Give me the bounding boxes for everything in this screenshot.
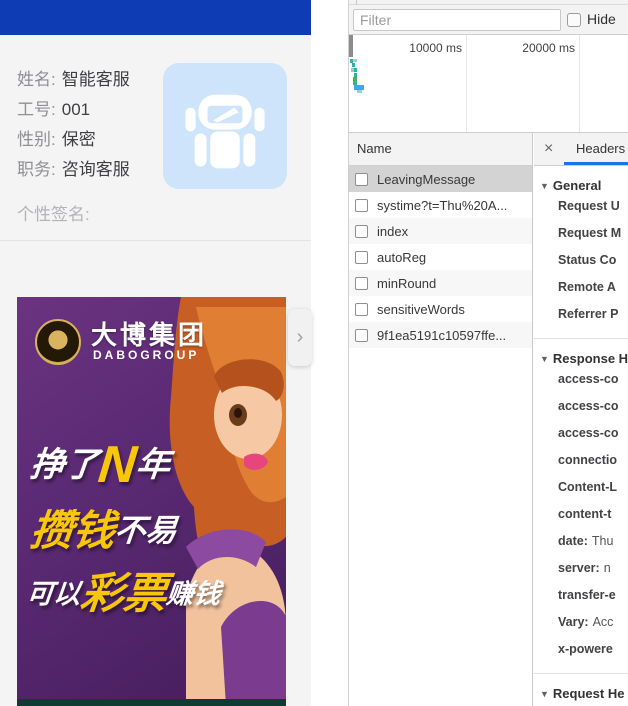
divider	[0, 240, 311, 241]
divider	[534, 338, 628, 339]
header-item: connectio	[534, 447, 628, 474]
header-item: Referrer P	[534, 301, 628, 328]
ad-brand-name: 大博集团	[91, 315, 207, 352]
signature-label: 个性签名:	[17, 200, 90, 225]
request-name: 9f1ea5191c10597ffe...	[377, 328, 506, 343]
hide-data-urls-checkbox[interactable]	[567, 13, 581, 27]
field-value: 001	[62, 100, 90, 119]
header-item: access-co	[534, 420, 628, 447]
request-row[interactable]: autoReg	[349, 244, 532, 270]
ad-banner[interactable]: 大博集团 DABOGROUP 挣了N年 攒钱不易 可以彩票赚钱	[17, 297, 286, 706]
requests-table: Name LeavingMessage systime?t=Thu%20A...…	[349, 133, 533, 706]
timeline-scroll-handle[interactable]	[349, 35, 353, 57]
request-row[interactable]: LeavingMessage	[349, 166, 532, 192]
request-details-panel: × Headers ▼General Request U Request M S…	[534, 133, 628, 706]
avatar	[163, 63, 287, 189]
network-filter-bar: Hide	[349, 5, 628, 35]
row-checkbox[interactable]	[355, 225, 368, 238]
header-item: date:Thu	[534, 528, 628, 555]
ad-slogan-line2: 攒钱不易	[28, 497, 180, 558]
row-checkbox[interactable]	[355, 277, 368, 290]
request-row[interactable]: minRound	[349, 270, 532, 296]
request-name: minRound	[377, 276, 436, 291]
network-overview-timeline[interactable]: 10000 ms 20000 ms	[349, 35, 628, 133]
triangle-down-icon: ▼	[540, 181, 549, 191]
header-item: access-co	[534, 393, 628, 420]
header-item: transfer-e	[534, 582, 628, 609]
robot-icon	[179, 78, 271, 174]
waterfall-mark	[352, 63, 355, 67]
tab-headers[interactable]: Headers	[576, 141, 625, 156]
request-name: systime?t=Thu%20A...	[377, 198, 507, 213]
ad-slogan-line3: 可以彩票赚钱	[24, 559, 225, 621]
divider	[534, 673, 628, 674]
request-name: sensitiveWords	[377, 302, 465, 317]
profile-field-role: 职务: 咨询客服	[17, 155, 130, 180]
profile-field-gender: 性别: 保密	[17, 125, 96, 150]
page-header-bar	[0, 0, 311, 35]
hide-data-urls-label: Hide	[587, 11, 616, 27]
field-value: 智能客服	[62, 70, 130, 89]
request-row[interactable]: index	[349, 218, 532, 244]
headers-content: ▼General Request U Request M Status Co R…	[534, 178, 628, 701]
header-item: Remote A	[534, 274, 628, 301]
row-checkbox[interactable]	[355, 251, 368, 264]
row-checkbox[interactable]	[355, 173, 368, 186]
header-item: Status Co	[534, 247, 628, 274]
screen: 姓名: 智能客服 工号: 001 性别: 保密 职务: 咨询客服 个性签名:	[0, 0, 628, 706]
triangle-down-icon: ▼	[540, 689, 549, 699]
header-item: Request U	[534, 193, 628, 220]
request-name: autoReg	[377, 250, 426, 265]
waterfall-mark	[357, 90, 362, 93]
field-label: 性别:	[17, 130, 56, 149]
filter-input[interactable]	[353, 9, 561, 31]
field-value: 保密	[62, 130, 96, 149]
profile-field-name: 姓名: 智能客服	[17, 65, 130, 90]
expand-chevron-button[interactable]: ›	[288, 309, 312, 366]
request-row[interactable]: 9f1ea5191c10597ffe...	[349, 322, 532, 348]
waterfall-mark	[353, 59, 357, 62]
request-row[interactable]: systime?t=Thu%20A...	[349, 192, 532, 218]
row-checkbox[interactable]	[355, 199, 368, 212]
ad-bottom-strip	[17, 699, 286, 706]
timeline-tick-label: 10000 ms	[392, 41, 462, 55]
ad-brand-logo	[35, 319, 81, 365]
header-item: server:n	[534, 555, 628, 582]
field-label: 姓名:	[17, 70, 56, 89]
row-checkbox[interactable]	[355, 329, 368, 342]
field-label: 工号:	[17, 100, 56, 119]
timeline-tick-label: 20000 ms	[505, 41, 575, 55]
ad-brand-name-en: DABOGROUP	[93, 348, 199, 362]
section-general[interactable]: ▼General	[534, 178, 628, 193]
request-name: LeavingMessage	[377, 172, 475, 187]
customer-service-page: 姓名: 智能客服 工号: 001 性别: 保密 职务: 咨询客服 个性签名:	[0, 0, 348, 706]
triangle-down-icon: ▼	[540, 354, 549, 364]
section-request-headers[interactable]: ▼Request He	[534, 686, 628, 701]
timeline-gridline	[579, 35, 580, 133]
request-name: index	[377, 224, 408, 239]
waterfall-mark	[354, 68, 357, 72]
close-icon[interactable]: ×	[544, 139, 553, 159]
header-item: content-t	[534, 501, 628, 528]
section-response-headers[interactable]: ▼Response H	[534, 351, 628, 366]
ad-slogan-line1: 挣了N年	[28, 437, 173, 486]
header-item: access-co	[534, 366, 628, 393]
details-tab-bar: × Headers	[534, 133, 628, 166]
profile-field-id: 工号: 001	[17, 95, 90, 120]
header-item: x-powere	[534, 636, 628, 663]
header-item: Content-L	[534, 474, 628, 501]
devtools-network-panel: Hide 10000 ms 20000 ms Name LeavingMessa…	[348, 0, 628, 706]
request-row[interactable]: sensitiveWords	[349, 296, 532, 322]
chevron-right-icon: ›	[297, 326, 304, 349]
field-value: 咨询客服	[62, 160, 130, 179]
active-tab-underline	[564, 162, 628, 165]
header-item: Vary:Acc	[534, 609, 628, 636]
timeline-gridline	[466, 35, 467, 133]
row-checkbox[interactable]	[355, 303, 368, 316]
name-column-header[interactable]: Name	[349, 133, 532, 166]
header-item: Request M	[534, 220, 628, 247]
field-label: 职务:	[17, 160, 56, 179]
